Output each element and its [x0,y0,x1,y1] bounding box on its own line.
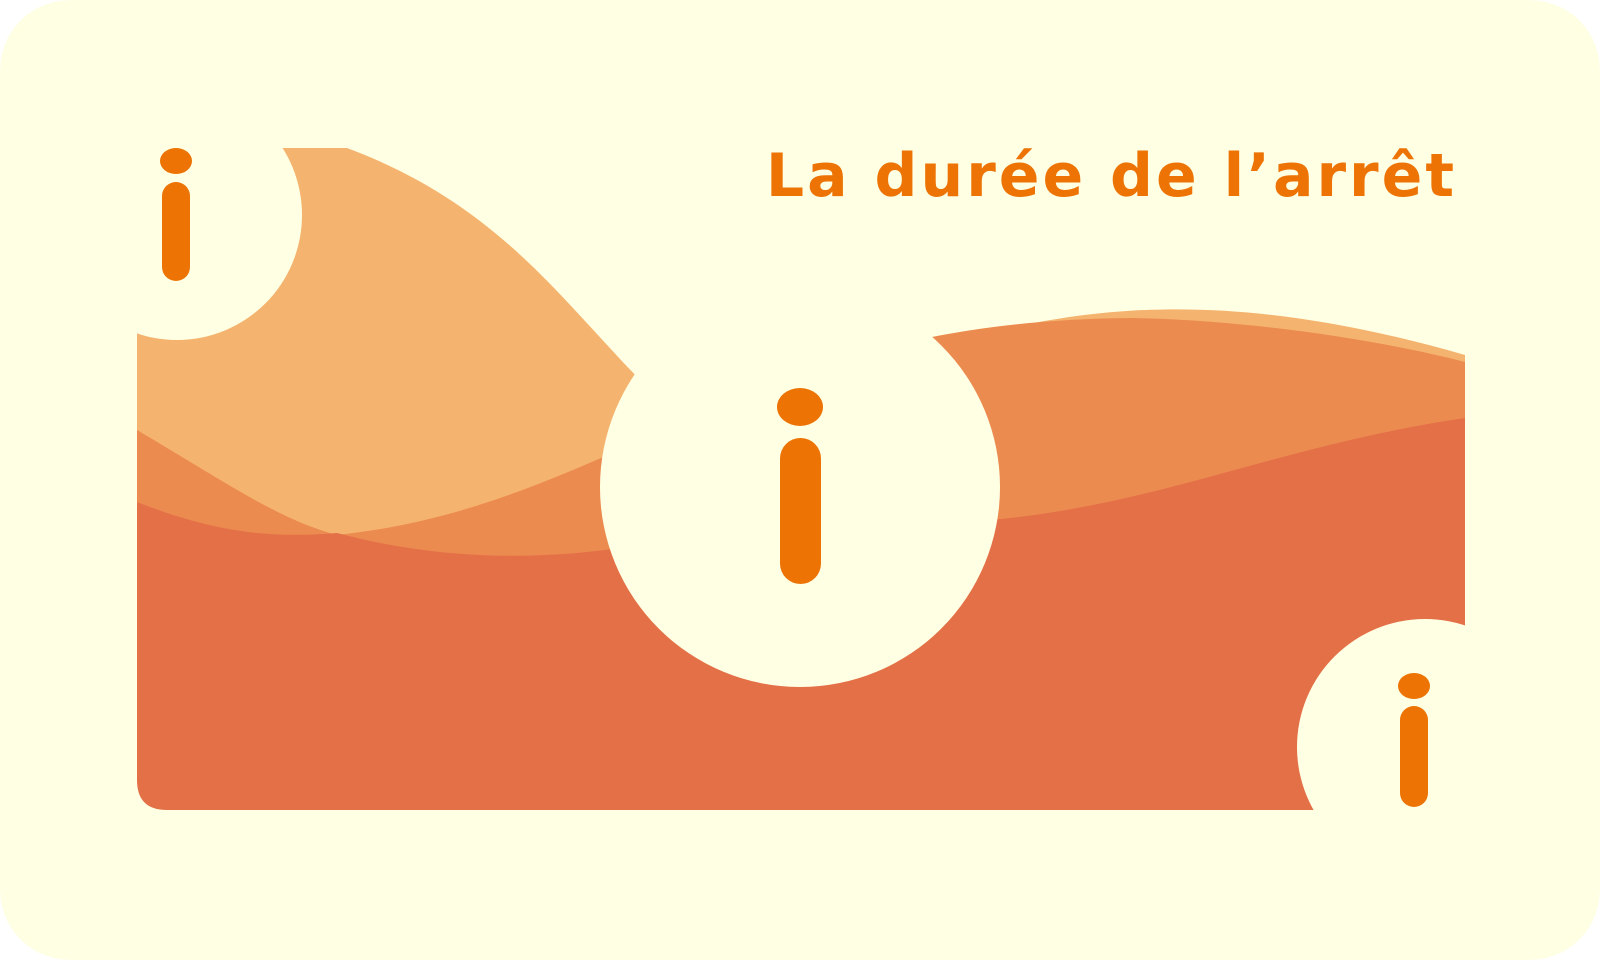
illustration: La durée de l’arrêt [0,0,1600,960]
info-badge-top-left [52,90,302,340]
info-badge-center [600,287,1000,687]
info-badge-bottom-right [1297,619,1553,875]
info-icon [160,148,192,281]
page-title: La durée de l’arrêt [766,141,1457,211]
info-card: La durée de l’arrêt [0,0,1600,960]
info-icon [1398,673,1430,807]
info-icon [777,388,823,584]
